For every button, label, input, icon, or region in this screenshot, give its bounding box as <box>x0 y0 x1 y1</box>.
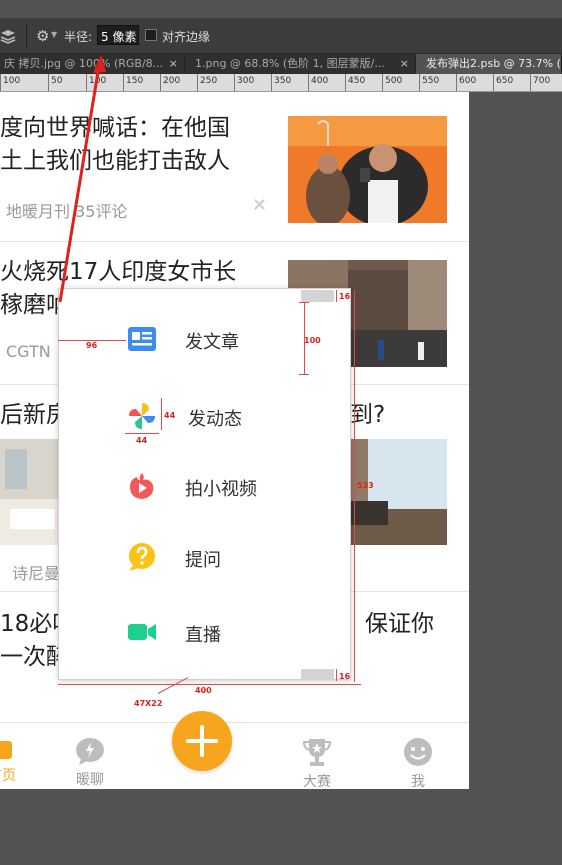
home-icon <box>0 741 12 759</box>
article-title: 到? <box>350 402 386 428</box>
ruler-label: 550 <box>422 76 440 86</box>
nav-item-home[interactable]: 首页 <box>0 737 16 785</box>
chevron-down-icon[interactable]: ▼ <box>51 30 57 39</box>
tab-document-3[interactable]: 发布弹出2.psb @ 73.7% (... <box>416 54 562 74</box>
live-camera-icon <box>128 624 156 640</box>
nav-label: 大赛 <box>303 774 331 789</box>
bottom-navigation: 首页 暖聊 大赛 我 <box>0 722 469 789</box>
measure-height: 533 <box>357 481 374 490</box>
nav-label: 我 <box>411 774 425 789</box>
gear-icon[interactable]: ⚙ <box>36 27 49 45</box>
measure-line <box>299 302 309 303</box>
trophy-icon <box>302 739 332 766</box>
pinwheel-icon <box>129 403 155 429</box>
measure-line <box>336 669 337 681</box>
measure-line <box>58 684 361 685</box>
measure-line <box>161 398 162 430</box>
tab-label: 1.png @ 68.8% (色阶 1, 图层蒙版/... <box>195 57 385 70</box>
ruler-label: 450 <box>348 76 366 86</box>
close-icon[interactable]: × <box>400 54 409 74</box>
measure-icon-width: 44 <box>136 436 148 445</box>
article-title: 度向世界喊话：在他国 <box>0 115 230 141</box>
measure-corner-top: 16 <box>339 292 351 301</box>
tab-document-2[interactable]: 1.png @ 68.8% (色阶 1, 图层蒙版/... × <box>185 54 416 74</box>
measure-width: 400 <box>195 686 212 695</box>
menu-item-shoot-video[interactable]: 拍小视频 <box>59 465 352 509</box>
tab-document-1[interactable]: 庆 拷贝.jpg @ 100% (RGB/8... × <box>0 54 185 74</box>
nav-label: 首页 <box>0 768 16 784</box>
article-title: 保证你 <box>365 611 434 637</box>
measure-line <box>125 433 159 434</box>
ruler-label: 50 <box>51 76 63 86</box>
align-edges-label: 对齐边缘 <box>162 30 211 44</box>
smiley-icon <box>404 738 432 766</box>
corner-marker <box>301 290 334 302</box>
nav-label: 暖聊 <box>76 772 104 788</box>
horizontal-ruler[interactable]: 100 50 100 150 200 250 300 350 400 450 5… <box>0 74 562 92</box>
chat-bubble-icon <box>76 738 104 765</box>
article-title: 土上我们也能打击敌人 <box>0 148 230 174</box>
nav-item-chat[interactable]: 暖聊 <box>74 737 106 789</box>
document-tabs: 庆 拷贝.jpg @ 100% (RGB/8... × 1.png @ 68.8… <box>0 54 562 74</box>
close-icon[interactable]: ✕ <box>252 195 267 216</box>
article-thumbnail <box>288 116 447 223</box>
ruler-label: 500 <box>385 76 403 86</box>
close-icon[interactable]: × <box>169 54 178 74</box>
list-item[interactable]: 度向世界喊话：在他国 土上我们也能打击敌人 地暖月刊 35评论 ✕ <box>0 92 469 242</box>
ruler-label: 200 <box>163 76 181 86</box>
align-edges-checkbox[interactable] <box>145 29 157 41</box>
menu-label: 直播 <box>185 625 221 646</box>
measure-line <box>336 290 337 302</box>
article-meta: 地暖月刊 35评论 <box>6 202 128 221</box>
article-meta: CGTN <box>6 342 51 361</box>
measure-line <box>299 374 309 375</box>
measure-line <box>354 290 355 682</box>
corner-marker <box>301 669 334 680</box>
add-post-button[interactable] <box>172 711 232 771</box>
ruler-label: 300 <box>237 76 255 86</box>
measure-icon-height: 44 <box>164 411 176 420</box>
measure-top-gap: 100 <box>304 336 321 345</box>
article-title: 火烧死17人印度女市长 <box>0 259 237 285</box>
menu-label: 发动态 <box>188 409 242 430</box>
separator <box>26 24 27 48</box>
article-meta: 诗尼曼 <box>12 564 61 583</box>
article-thumbnail <box>0 439 60 545</box>
tab-label: 庆 拷贝.jpg @ 100% (RGB/8... <box>4 57 164 70</box>
menu-item-ask-question[interactable]: 提问 <box>59 536 352 580</box>
ruler-label: 700 <box>533 76 551 86</box>
nav-item-me[interactable]: 我 <box>402 737 434 789</box>
options-bar: ⚙ ▼ 半径: 5 像素 对齐边缘 <box>0 18 562 54</box>
article-icon <box>128 327 156 351</box>
ruler-label: 600 <box>459 76 477 86</box>
ruler-label: 150 <box>126 76 144 86</box>
measure-corner-bottom: 16 <box>339 672 351 681</box>
radius-input[interactable]: 5 像素 <box>97 25 139 45</box>
menu-item-post-moment[interactable]: 发动态 <box>59 395 352 439</box>
measure-corner-size: 47X22 <box>134 699 163 708</box>
ruler-label: 100 <box>89 76 107 86</box>
measure-left-margin: 96 <box>86 341 98 350</box>
ruler-label: 350 <box>274 76 292 86</box>
publish-popup: 发文章 发动态 拍小视频 提问 直播 <box>58 288 351 680</box>
ruler-label: 650 <box>496 76 514 86</box>
nav-item-contest[interactable]: 大赛 <box>300 737 334 789</box>
ruler-label: 250 <box>200 76 218 86</box>
menu-label: 提问 <box>185 550 221 571</box>
layers-icon[interactable] <box>0 26 16 46</box>
menu-label: 发文章 <box>185 332 239 353</box>
menu-item-live-stream[interactable]: 直播 <box>59 611 352 655</box>
ruler-label: 100 <box>3 76 21 86</box>
tab-label: 发布弹出2.psb @ 73.7% (... <box>426 57 562 70</box>
video-play-icon <box>130 473 154 499</box>
ruler-label: 400 <box>311 76 329 86</box>
radius-label: 半径: <box>64 30 93 44</box>
question-icon <box>129 543 155 571</box>
menu-label: 拍小视频 <box>185 479 257 500</box>
